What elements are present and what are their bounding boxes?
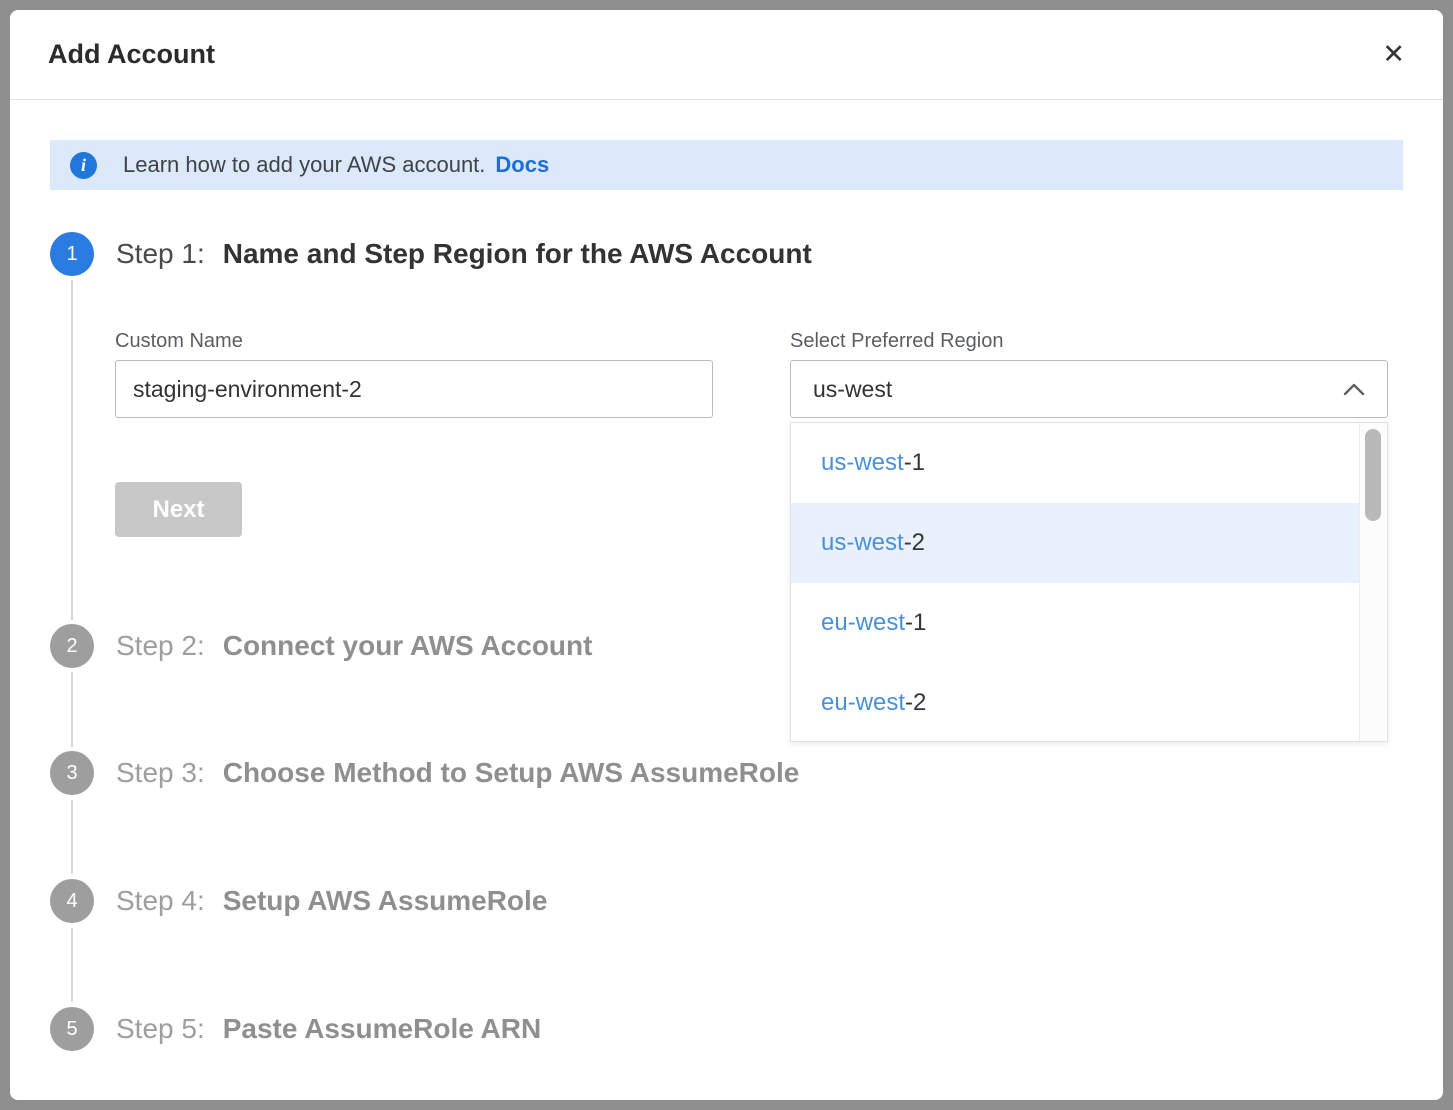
region-label: Select Preferred Region [790,330,1003,353]
add-account-modal: Add Account ✕ i Learn how to add your AW… [10,10,1443,1100]
chevron-up-icon [1343,383,1365,396]
option-rest-text: -1 [905,609,926,636]
region-select-value: us-west [813,376,892,403]
option-rest-text: -2 [904,529,925,556]
modal-title: Add Account [48,39,215,70]
option-match-text: us-west [821,449,904,476]
custom-name-input[interactable] [115,360,713,418]
step-4-label: Step 4: [116,885,205,917]
step-5-label: Step 5: [116,1013,205,1045]
info-icon: i [70,152,97,179]
region-dropdown: us-west-1 us-west-2 eu-west-1 eu-west-2 [790,422,1388,742]
option-match-text: eu-west [821,609,905,636]
step-1-header[interactable]: 1 Step 1: Name and Step Region for the A… [50,232,812,276]
step-3-label: Step 3: [116,757,205,789]
step-1-number-badge: 1 [50,232,94,276]
step-2-title: Connect your AWS Account [223,630,593,662]
step-4-title: Setup AWS AssumeRole [223,885,548,917]
option-rest-text: -2 [905,689,926,716]
docs-link[interactable]: Docs [495,152,549,178]
step-5-header[interactable]: 5 Step 5: Paste AssumeRole ARN [50,1007,541,1051]
step-4-number-badge: 4 [50,879,94,923]
step-1-title: Name and Step Region for the AWS Account [223,238,812,270]
close-icon[interactable]: ✕ [1382,41,1405,68]
banner-text: Learn how to add your AWS account. [123,152,485,178]
option-match-text: us-west [821,529,904,556]
step-connector [71,928,73,1002]
next-button[interactable]: Next [115,482,242,537]
step-5-number-badge: 5 [50,1007,94,1051]
step-3-title: Choose Method to Setup AWS AssumeRole [223,757,800,789]
step-2-number-badge: 2 [50,624,94,668]
option-rest-text: -1 [904,449,925,476]
step-2-header[interactable]: 2 Step 2: Connect your AWS Account [50,624,592,668]
modal-header: Add Account ✕ [10,10,1443,100]
step-connector [71,672,73,747]
custom-name-label: Custom Name [115,330,243,353]
region-option-us-west-2[interactable]: us-west-2 [791,503,1359,583]
option-match-text: eu-west [821,689,905,716]
step-1-label: Step 1: [116,238,205,270]
scrollbar-thumb[interactable] [1365,429,1381,521]
region-select[interactable]: us-west [790,360,1388,418]
step-3-header[interactable]: 3 Step 3: Choose Method to Setup AWS Ass… [50,751,799,795]
step-connector [71,280,73,620]
step-connector [71,800,73,874]
info-banner: i Learn how to add your AWS account. Doc… [50,140,1403,190]
region-option-eu-west-2[interactable]: eu-west-2 [791,663,1359,743]
step-2-label: Step 2: [116,630,205,662]
step-3-number-badge: 3 [50,751,94,795]
region-option-us-west-1[interactable]: us-west-1 [791,423,1359,503]
step-4-header[interactable]: 4 Step 4: Setup AWS AssumeRole [50,879,547,923]
region-option-eu-west-1[interactable]: eu-west-1 [791,583,1359,663]
dropdown-scrollbar[interactable] [1359,423,1387,741]
step-5-title: Paste AssumeRole ARN [223,1013,541,1045]
